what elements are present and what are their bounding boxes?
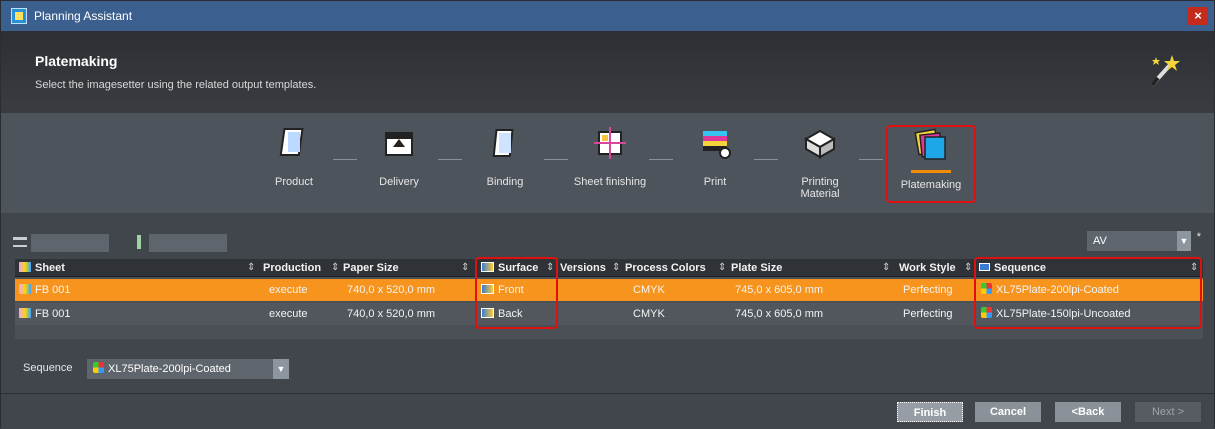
cancel-button[interactable]: Cancel [975, 402, 1041, 422]
step-print[interactable]: Print [677, 125, 753, 188]
step-connector [754, 159, 778, 160]
print-icon [703, 131, 731, 159]
col-sheet[interactable]: Sheet [15, 259, 245, 277]
av-dropdown-arrow[interactable]: ▼ [1177, 231, 1191, 251]
sheet-icon [19, 308, 31, 318]
step-binding[interactable]: Binding [467, 125, 543, 188]
col-production[interactable]: Production [259, 259, 339, 277]
page-subtitle: Select the imagesetter using the related… [35, 79, 317, 91]
step-connector [649, 159, 673, 160]
required-marker: * [1196, 231, 1201, 243]
title-bar: Planning Assistant × [1, 1, 1214, 31]
step-connector [544, 159, 568, 160]
cell-versions [560, 303, 564, 325]
cell-plate-size: 745,0 x 605,0 mm [735, 284, 824, 296]
col-process-colors[interactable]: Process Colors [621, 259, 731, 277]
step-delivery[interactable]: Delivery [361, 125, 437, 188]
col-work-style[interactable]: Work Style [895, 259, 970, 277]
step-product[interactable]: Product [256, 125, 332, 188]
sort-icon[interactable]: ⇕ [612, 259, 620, 277]
filter-icon[interactable] [137, 235, 141, 249]
cell-paper-size: 740,0 x 520,0 mm [347, 308, 436, 320]
cell-plate-size: 745,0 x 605,0 mm [735, 308, 824, 320]
page-title: Platemaking [35, 53, 118, 69]
surface-highlight [475, 257, 558, 329]
cell-production: execute [269, 284, 308, 296]
close-button[interactable]: × [1188, 7, 1208, 25]
next-button[interactable]: Next > [1135, 402, 1201, 422]
sort-icon[interactable]: ⇕ [964, 259, 972, 277]
step-label: Binding [486, 176, 524, 188]
delivery-icon [385, 132, 413, 156]
step-label: Product [275, 176, 313, 188]
cell-paper-size: 740,0 x 520,0 mm [347, 284, 436, 296]
cell-sheet: FB 001 [15, 279, 70, 301]
workflow-steps: Product Delivery Binding Sheet finishing… [1, 113, 1214, 213]
app-icon [11, 8, 27, 24]
grid-toolbar: AV ▼ * [13, 231, 1203, 255]
cell-process-colors: CMYK [633, 308, 665, 320]
cell-work-style: Perfecting [903, 284, 953, 296]
binding-icon [492, 129, 514, 157]
printing-material-icon [803, 129, 837, 159]
col-plate-size[interactable]: Plate Size [727, 259, 887, 277]
step-label: Delivery [379, 176, 419, 188]
cell-work-style: Perfecting [903, 308, 953, 320]
sort-icon[interactable]: ⇕ [718, 259, 726, 277]
magic-wand-icon [1150, 55, 1180, 87]
sequence-label: Sequence [23, 362, 73, 374]
filter-field-1[interactable] [31, 234, 109, 252]
page-header: Platemaking Select the imagesetter using… [1, 31, 1214, 113]
step-connector [859, 159, 883, 160]
sequence-icon [93, 362, 104, 373]
step-platemaking[interactable]: Platemaking [886, 125, 976, 203]
sequence-select[interactable]: XL75Plate-200lpi-Coated [87, 359, 273, 379]
sheet-icon [19, 284, 31, 294]
columns-icon[interactable] [13, 237, 27, 247]
step-sheet-finishing[interactable]: Sheet finishing [572, 125, 648, 188]
footer-bar: Finish Cancel <Back Next > [1, 393, 1214, 429]
step-label: Print [703, 176, 727, 188]
active-step-indicator [911, 170, 951, 173]
sheet-icon [19, 262, 31, 272]
planning-assistant-window: Planning Assistant × Platemaking Select … [0, 0, 1215, 429]
cell-sheet: FB 001 [15, 303, 70, 325]
window-title: Planning Assistant [34, 9, 133, 23]
sheets-table: Sheet ⇕ Production ⇕ Paper Size ⇕ Surfac… [15, 257, 1203, 339]
step-label: Printing Material [800, 176, 840, 200]
sort-icon[interactable]: ⇕ [882, 259, 890, 277]
step-printing-material[interactable]: Printing Material [782, 125, 858, 200]
sequence-select-arrow[interactable]: ▼ [273, 359, 289, 379]
av-dropdown[interactable]: AV [1087, 231, 1177, 251]
filter-field-2[interactable] [149, 234, 227, 252]
sort-icon[interactable]: ⇕ [461, 259, 469, 277]
sort-icon[interactable]: ⇕ [247, 259, 255, 277]
product-icon [279, 128, 304, 156]
finish-button[interactable]: Finish [897, 402, 963, 422]
step-connector [438, 159, 462, 160]
col-paper-size[interactable]: Paper Size [339, 259, 459, 277]
platemaking-icon [914, 128, 946, 160]
step-label: Sheet finishing [573, 176, 647, 188]
sequence-highlight [974, 257, 1202, 329]
cell-production: execute [269, 308, 308, 320]
step-label: Platemaking [900, 179, 962, 191]
back-button[interactable]: <Back [1055, 402, 1121, 422]
cell-versions [560, 279, 564, 301]
sheet-finishing-icon [594, 127, 626, 159]
cell-process-colors: CMYK [633, 284, 665, 296]
step-connector [333, 159, 357, 160]
